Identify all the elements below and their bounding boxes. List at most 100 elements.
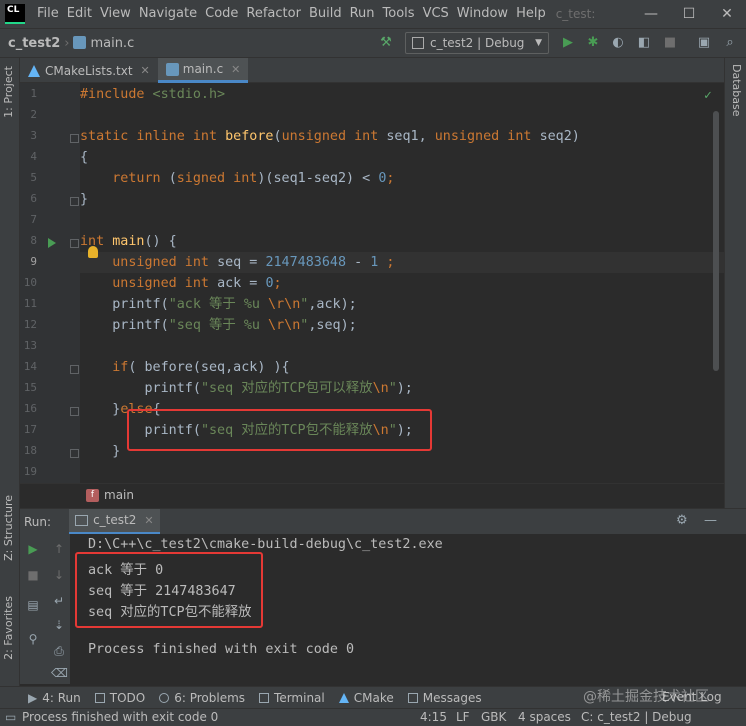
code-line-9: unsigned int seq = 2147483648 - 1 ; [112, 255, 395, 270]
run-tab-c-test2[interactable]: c_test2 ✕ [69, 508, 160, 535]
nav-file[interactable]: main.c [73, 35, 134, 51]
tab-main-c[interactable]: main.c ✕ [157, 58, 249, 83]
resolve-context[interactable]: C: c_test2 | Debug [581, 710, 692, 724]
code-line-18: } [80, 444, 121, 459]
close-icon[interactable]: ✕ [144, 514, 153, 527]
tool-cmake[interactable]: CMake [338, 691, 394, 705]
editor-gutter: 1 2 3 4 5 6 7 8 9 10 11 12 13 14 15 16 1… [20, 83, 80, 483]
indent-setting[interactable]: 4 spaces [518, 710, 571, 724]
run-gutter-icon[interactable] [48, 238, 56, 248]
menu-view[interactable]: View [96, 0, 135, 28]
close-icon[interactable]: ✕ [231, 63, 240, 76]
scroll-to-end-icon[interactable]: ⇣ [51, 618, 67, 632]
structure-tool-tab[interactable]: Z: Structure [2, 495, 15, 561]
inspection-ok-icon[interactable]: ✓ [704, 88, 712, 103]
menu-vcs[interactable]: VCS [419, 0, 453, 28]
tab-cmakelists[interactable]: CMakeLists.txt ✕ [20, 58, 158, 83]
status-toggle-icon[interactable]: ▭ [5, 710, 16, 724]
minimize-button[interactable]: — [632, 0, 670, 28]
database-tool-tab[interactable]: Database [730, 64, 743, 117]
layout-icon[interactable]: ▤ [25, 598, 41, 612]
menu-edit[interactable]: Edit [63, 0, 96, 28]
run-config-label: c_test2 | Debug [430, 36, 525, 50]
clear-icon[interactable]: ⌫ [51, 666, 68, 680]
file-encoding[interactable]: GBK [481, 710, 506, 724]
line-number: 10 [23, 276, 37, 289]
pin-icon[interactable]: ⚲ [25, 632, 41, 646]
line-number: 12 [23, 318, 37, 331]
editor-scrollbar[interactable] [713, 111, 719, 371]
tool-terminal[interactable]: Terminal [259, 691, 325, 705]
coverage-icon[interactable]: ◐ [610, 35, 626, 51]
tool-messages[interactable]: Messages [407, 691, 482, 705]
fold-icon[interactable] [70, 239, 79, 248]
editor-tabs: CMakeLists.txt ✕ main.c ✕ [20, 58, 724, 83]
soft-wrap-icon[interactable]: ↵ [51, 594, 67, 608]
warning-icon [159, 692, 170, 703]
run-panel-header: Run: c_test2 ✕ ⚙ — [20, 508, 746, 535]
project-tool-tab[interactable]: 1: Project [2, 66, 15, 118]
status-message: Process finished with exit code 0 [22, 710, 219, 724]
code-line-3: static inline int before(unsigned int se… [80, 129, 580, 144]
code-line-14: if( before(seq,ack) ){ [112, 360, 290, 375]
run-config-select[interactable]: c_test2 | Debug ▼ [405, 32, 549, 54]
menu-file[interactable]: File [33, 0, 63, 28]
arrow-down-icon[interactable]: ↓ [51, 568, 67, 582]
tool-run[interactable]: ▶ 4: Run [28, 691, 81, 705]
print-icon[interactable]: ⎙ [51, 644, 67, 659]
close-icon[interactable]: ✕ [141, 64, 150, 77]
project-structure-icon[interactable]: ▣ [696, 35, 712, 51]
code-line-5: return (signed int)(seq1-seq2) < 0; [112, 171, 395, 186]
arrow-up-icon[interactable]: ↑ [51, 542, 67, 556]
line-number: 17 [23, 423, 37, 436]
play-icon: ▶ [28, 690, 38, 705]
profile-icon[interactable]: ◧ [636, 35, 652, 51]
tool-todo[interactable]: TODO [94, 691, 145, 705]
build-hammer-icon[interactable]: ⚒ [378, 35, 394, 51]
fold-icon[interactable] [70, 365, 79, 374]
code-line-6: } [80, 192, 89, 207]
favorites-tool-tab[interactable]: 2: Favorites [2, 596, 15, 660]
console-line: D:\C++\c_test2\cmake-build-debug\c_test2… [88, 537, 443, 552]
fold-icon[interactable] [70, 134, 79, 143]
gear-icon[interactable]: ⚙ [676, 513, 688, 528]
maximize-button[interactable]: ☐ [670, 0, 708, 28]
menu-navigate[interactable]: Navigate [135, 0, 201, 28]
menu-code[interactable]: Code [201, 0, 242, 28]
search-icon[interactable]: ⌕ [722, 35, 738, 51]
menu-window[interactable]: Window [453, 0, 512, 28]
close-button[interactable]: ✕ [708, 0, 746, 28]
code-line-4: { [80, 150, 89, 165]
menu-build[interactable]: Build [305, 0, 346, 28]
menu-refactor[interactable]: Refactor [242, 0, 305, 28]
line-number: 15 [23, 381, 37, 394]
run-play-icon[interactable]: ▶ [560, 35, 576, 51]
menu-help[interactable]: Help [512, 0, 550, 28]
stop-icon[interactable]: ■ [25, 568, 41, 582]
debug-bug-icon[interactable]: ✱ [585, 35, 601, 51]
stop-icon[interactable]: ■ [662, 35, 678, 51]
rerun-icon[interactable]: ▶ [25, 542, 41, 556]
line-number: 11 [23, 297, 37, 310]
code-line-15: printf("seq 对应的TCP包可以释放\n"); [144, 381, 413, 396]
line-separator[interactable]: LF [456, 710, 470, 724]
cmake-icon [28, 64, 40, 77]
line-number: 2 [30, 108, 37, 121]
caret-position[interactable]: 4:15 [420, 710, 447, 724]
fold-icon[interactable] [70, 407, 79, 416]
code-line-1: #include <stdio.h> [80, 87, 226, 102]
fold-icon[interactable] [70, 449, 79, 458]
minimize-panel-icon[interactable]: — [704, 513, 717, 528]
list-icon [94, 692, 105, 703]
status-bar: ▭ Process finished with exit code 0 4:15… [0, 708, 746, 726]
code-editor[interactable]: 1 2 3 4 5 6 7 8 9 10 11 12 13 14 15 16 1… [20, 83, 724, 483]
nav-separator: › [64, 35, 70, 51]
code-breadcrumb: f main [20, 483, 724, 507]
fold-icon[interactable] [70, 197, 79, 206]
breadcrumb-function[interactable]: main [104, 488, 134, 502]
tool-problems[interactable]: 6: Problems [159, 691, 245, 705]
cmake-icon [338, 692, 349, 703]
menu-run[interactable]: Run [346, 0, 379, 28]
nav-project[interactable]: c_test2 [8, 36, 60, 51]
menu-tools[interactable]: Tools [379, 0, 419, 28]
